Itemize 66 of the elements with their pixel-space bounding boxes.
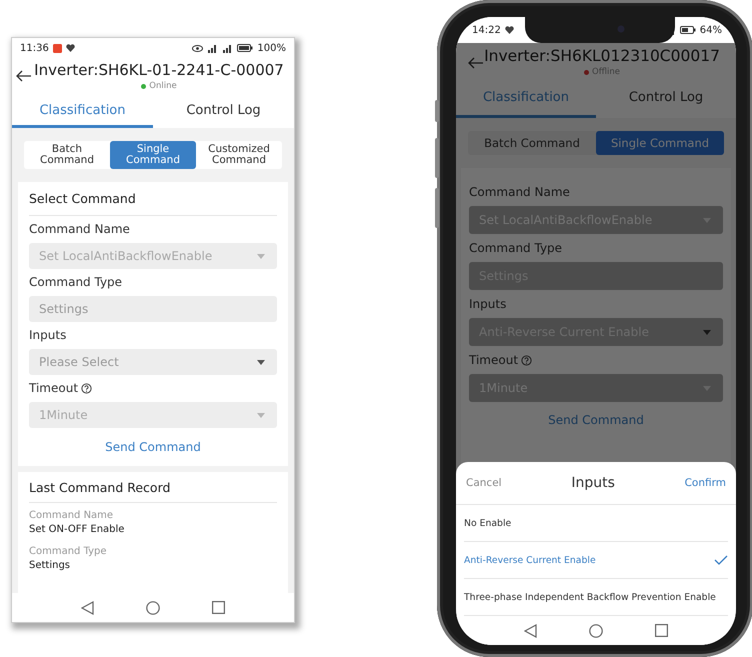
home-nav-icon[interactable] bbox=[589, 624, 603, 638]
status-dot bbox=[584, 70, 590, 74]
segment-button[interactable]: Single Command bbox=[110, 141, 196, 169]
send-command-button[interactable]: Send Command bbox=[101, 428, 205, 466]
battery-percentage: 100% bbox=[257, 42, 286, 54]
section-title: Last Command Record bbox=[29, 472, 277, 503]
segment-button[interactable]: Batch Command bbox=[24, 141, 110, 169]
option-item[interactable]: No Enable bbox=[464, 505, 728, 542]
field-label: Inputs bbox=[469, 297, 506, 311]
sheet-title: Inputs bbox=[571, 475, 615, 491]
field-label: Command Type bbox=[29, 275, 122, 289]
status-dot bbox=[141, 84, 146, 88]
back-nav-icon[interactable] bbox=[524, 624, 537, 638]
tab[interactable]: Control Log bbox=[153, 96, 294, 128]
heart-icon bbox=[504, 26, 514, 34]
help-icon bbox=[81, 382, 92, 394]
signal-icon bbox=[222, 44, 234, 52]
device-title: Inverter:SH6KL012310C00017 bbox=[484, 46, 720, 66]
option-item[interactable]: Anti-Reverse Current Enable bbox=[464, 542, 728, 579]
recents-nav-icon[interactable] bbox=[212, 601, 225, 614]
cancel-button[interactable]: Cancel bbox=[466, 475, 502, 491]
battery-icon bbox=[680, 26, 696, 34]
tab[interactable]: Classification bbox=[456, 80, 596, 118]
record-value: Set ON-OFF Enable bbox=[29, 523, 126, 537]
field-label: Timeout bbox=[469, 353, 518, 367]
field-label: Command Type bbox=[469, 241, 562, 255]
text-field[interactable]: Settings bbox=[29, 296, 277, 322]
field-label: Timeout bbox=[29, 381, 78, 395]
status-time: 14:22 bbox=[472, 24, 501, 36]
connection-status: Online bbox=[149, 80, 177, 92]
notification-icon bbox=[52, 44, 62, 52]
field-label: Command Name bbox=[469, 185, 570, 199]
confirm-button[interactable]: Confirm bbox=[684, 475, 726, 491]
field-label: Command Name bbox=[29, 222, 130, 236]
section-title: Select Command bbox=[29, 182, 277, 216]
caret-icon bbox=[703, 330, 711, 334]
caret-icon bbox=[257, 360, 265, 364]
segment-button[interactable]: Customized Command bbox=[196, 141, 282, 169]
device-title: Inverter:SH6KL-01-2241-C-00007 bbox=[34, 60, 284, 80]
heart-icon bbox=[66, 44, 75, 52]
caret-icon bbox=[257, 254, 265, 258]
signal-icon bbox=[207, 44, 218, 52]
recents-nav-icon[interactable] bbox=[655, 624, 668, 637]
eye-icon bbox=[192, 44, 204, 52]
send-command-button[interactable]: Send Command bbox=[544, 402, 648, 438]
caret-icon bbox=[257, 412, 265, 418]
dropdown-field[interactable]: Please Select bbox=[29, 349, 277, 375]
back-nav-icon[interactable] bbox=[81, 600, 94, 614]
back-icon[interactable] bbox=[16, 70, 32, 82]
help-icon bbox=[521, 354, 532, 366]
record-label: Command Name bbox=[29, 509, 114, 523]
camera-icon bbox=[617, 25, 625, 33]
record-value: Settings bbox=[29, 559, 72, 573]
segment-button[interactable]: Batch Command bbox=[468, 131, 596, 155]
status-time: 11:36 bbox=[20, 42, 49, 54]
record-label: Command Type bbox=[29, 545, 108, 559]
home-nav-icon[interactable] bbox=[146, 600, 160, 614]
caret-icon bbox=[703, 218, 711, 222]
caret-icon bbox=[703, 386, 711, 390]
checkmark-icon bbox=[714, 555, 728, 565]
battery-icon bbox=[237, 44, 254, 52]
field-label: Inputs bbox=[29, 328, 66, 342]
tab[interactable]: Control Log bbox=[596, 80, 736, 118]
segment-button[interactable]: Single Command bbox=[596, 131, 724, 155]
battery-percentage: 64% bbox=[700, 24, 722, 36]
tab[interactable]: Classification bbox=[12, 96, 153, 128]
